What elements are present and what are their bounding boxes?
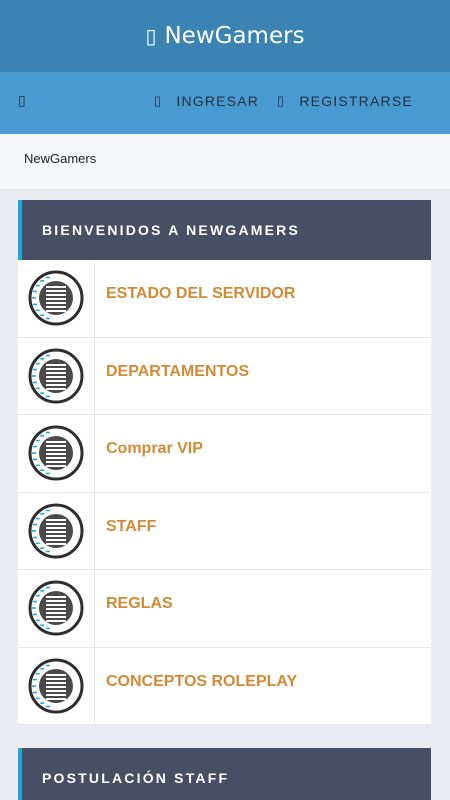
section-header: BIENVENIDOS A NEWGAMERS	[18, 200, 431, 260]
forum-read-icon	[28, 658, 84, 714]
login-link[interactable]: ▯ INGRESAR	[154, 93, 259, 109]
forum-title[interactable]: CONCEPTOS ROLEPLAY	[95, 648, 297, 725]
forum-title[interactable]: REGLAS	[95, 570, 173, 647]
app-header: ▯ NewGamers	[0, 0, 450, 72]
register-label: REGISTRARSE	[299, 93, 413, 109]
breadcrumb[interactable]: NewGamers	[24, 151, 96, 166]
forum-row[interactable]: CONCEPTOS ROLEPLAY	[18, 647, 431, 725]
login-label: INGRESAR	[176, 93, 260, 109]
sign-in-icon: ▯	[154, 93, 163, 108]
forum-read-icon	[28, 425, 84, 481]
user-plus-icon: ▯	[277, 93, 286, 108]
forum-row[interactable]: ESTADO DEL SERVIDOR	[18, 260, 431, 338]
forum-row[interactable]: DEPARTAMENTOS	[18, 337, 431, 415]
breadcrumb-bar: NewGamers	[0, 134, 450, 190]
forum-read-icon	[28, 270, 84, 326]
section-header: POSTULACIÓN STAFF	[18, 748, 431, 800]
forum-row[interactable]: Comprar VIP	[18, 415, 431, 493]
section-welcome: BIENVENIDOS A NEWGAMERS ESTADO DEL SERVI…	[18, 200, 431, 725]
forum-row[interactable]: REGLAS	[18, 570, 431, 648]
forum-read-icon	[28, 348, 84, 404]
forum-title[interactable]: ESTADO DEL SERVIDOR	[95, 260, 295, 337]
section-title: BIENVENIDOS A NEWGAMERS	[42, 222, 301, 238]
forum-row[interactable]: STAFF	[18, 492, 431, 570]
hamburger-icon[interactable]: ▯	[18, 92, 26, 109]
forum-title[interactable]: STAFF	[95, 493, 156, 570]
forum-title[interactable]: DEPARTAMENTOS	[95, 338, 249, 415]
site-title[interactable]: ▯ NewGamers	[145, 23, 304, 49]
nav-bar: ▯ ▯ INGRESAR ▯ REGISTRARSE	[0, 72, 450, 134]
site-title-label: NewGamers	[164, 23, 305, 49]
forum-title[interactable]: Comprar VIP	[95, 415, 203, 492]
register-link[interactable]: ▯ REGISTRARSE	[277, 93, 413, 109]
section-title: POSTULACIÓN STAFF	[42, 770, 230, 786]
gamepad-icon: ▯	[145, 24, 157, 48]
forum-read-icon	[28, 580, 84, 636]
section-staff-application: POSTULACIÓN STAFF	[18, 748, 431, 800]
forum-read-icon	[28, 503, 84, 559]
